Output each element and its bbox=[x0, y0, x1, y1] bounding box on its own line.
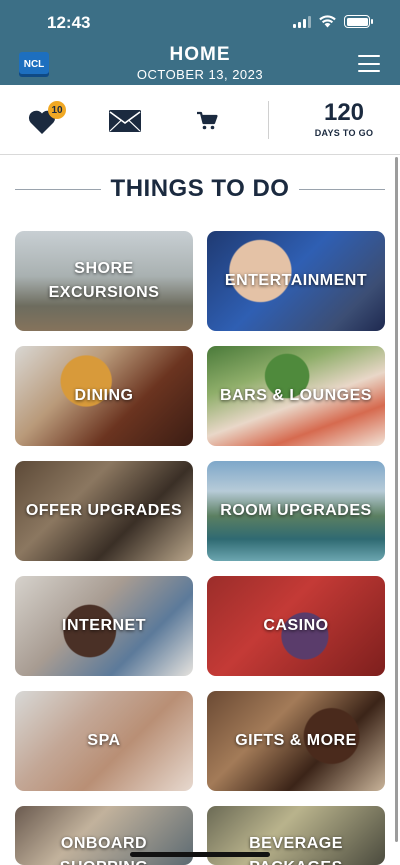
favorites-button[interactable]: 10 bbox=[28, 101, 66, 137]
tile-internet[interactable]: INTERNET bbox=[15, 576, 193, 676]
page-title: HOME bbox=[169, 44, 231, 65]
cruise-countdown: 120 DAYS TO GO bbox=[300, 99, 388, 139]
tile-shore-excursions[interactable]: SHORE EXCURSIONS bbox=[15, 231, 193, 331]
tile-dining[interactable]: DINING bbox=[15, 346, 193, 446]
cellular-signal-icon bbox=[293, 15, 311, 28]
tile-label: OFFER UPGRADES bbox=[25, 502, 183, 519]
action-bar: 10 120 DAYS TO GO bbox=[0, 85, 400, 155]
heading-rule-right bbox=[299, 188, 385, 190]
cart-button[interactable] bbox=[196, 111, 218, 131]
tile-label: SHORE EXCURSIONS bbox=[48, 260, 160, 301]
favorites-count-badge: 10 bbox=[48, 101, 66, 119]
tile-casino[interactable]: CASINO bbox=[207, 576, 385, 676]
section-heading: THINGS TO DO bbox=[15, 175, 385, 203]
tile-gifts-more[interactable]: GIFTS & MORE bbox=[207, 691, 385, 791]
tile-label: CASINO bbox=[263, 617, 329, 634]
tile-entertainment[interactable]: ENTERTAINMENT bbox=[207, 231, 385, 331]
envelope-icon bbox=[109, 110, 141, 132]
scrollbar[interactable] bbox=[395, 157, 398, 842]
tile-room-upgrades[interactable]: ROOM UPGRADES bbox=[207, 461, 385, 561]
heading-rule-left bbox=[15, 188, 101, 190]
tile-label: DINING bbox=[74, 387, 134, 404]
messages-button[interactable] bbox=[108, 109, 142, 133]
wifi-icon bbox=[319, 15, 336, 28]
status-icons bbox=[293, 15, 373, 28]
cart-icon bbox=[197, 111, 218, 130]
tile-label: BARS & LOUNGES bbox=[220, 387, 372, 404]
tile-label: SPA bbox=[87, 732, 121, 749]
section-title: THINGS TO DO bbox=[110, 175, 290, 202]
tile-label: ENTERTAINMENT bbox=[224, 272, 368, 289]
tile-spa[interactable]: SPA bbox=[15, 691, 193, 791]
home-indicator bbox=[130, 852, 270, 857]
action-bar-divider bbox=[268, 101, 269, 139]
tile-offer-upgrades[interactable]: OFFER UPGRADES bbox=[15, 461, 193, 561]
status-time: 12:43 bbox=[47, 13, 91, 32]
tile-label: ROOM UPGRADES bbox=[220, 502, 372, 519]
battery-icon bbox=[344, 15, 373, 28]
tile-bars-lounges[interactable]: BARS & LOUNGES bbox=[207, 346, 385, 446]
hamburger-menu-icon[interactable] bbox=[358, 55, 380, 72]
tile-label: GIFTS & MORE bbox=[235, 732, 357, 749]
tile-label: INTERNET bbox=[62, 617, 146, 634]
app-header: 12:43 NCL HOME OCTOBER 13, 2023 bbox=[0, 0, 400, 85]
countdown-label: DAYS TO GO bbox=[314, 128, 374, 138]
page-date: OCTOBER 13, 2023 bbox=[136, 67, 264, 82]
countdown-days: 120 bbox=[323, 99, 365, 126]
